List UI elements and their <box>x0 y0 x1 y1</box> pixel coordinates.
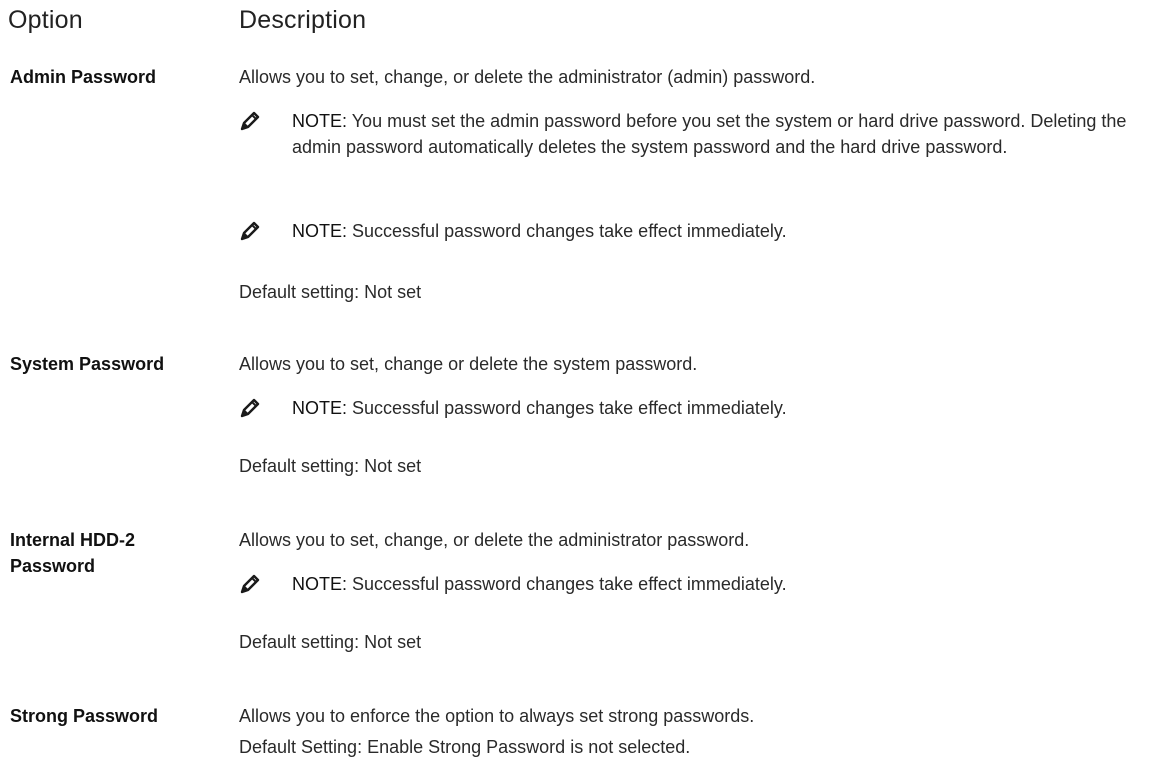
option-label-internal-hdd2-password: Internal HDD-2 Password <box>10 530 136 576</box>
note-key: NOTE: <box>292 574 348 594</box>
option-label-admin-password: Admin Password <box>10 67 157 87</box>
table-header: Option Description <box>8 6 1158 42</box>
note-text: Successful password changes take effect … <box>352 398 787 418</box>
note-key: NOTE: <box>292 398 348 418</box>
default-strong-password: Default Setting: Enable Strong Password … <box>239 737 691 757</box>
note-body: NOTE: Successful password changes take e… <box>292 395 1162 421</box>
description-admin-password: Allows you to set, change, or delete the… <box>239 67 816 87</box>
option-label-system-password: System Password <box>10 354 165 374</box>
description-internal-hdd2-password: Allows you to set, change, or delete the… <box>239 530 750 550</box>
note-body: NOTE: You must set the admin password be… <box>292 108 1162 160</box>
pencil-note-icon <box>239 573 261 595</box>
pencil-note-icon <box>239 220 261 242</box>
note-key: NOTE: <box>292 221 348 241</box>
default-admin-password: Default setting: Not set <box>239 282 422 302</box>
note-text: Successful password changes take effect … <box>352 574 787 594</box>
description-column-header: Description <box>239 6 367 34</box>
note-key: NOTE: <box>292 111 348 131</box>
default-internal-hdd2-password: Default setting: Not set <box>239 632 422 652</box>
note-text: You must set the admin password before y… <box>292 111 1127 157</box>
bios-options-table: Option Description Admin Password Allows… <box>0 0 1169 766</box>
note-body: NOTE: Successful password changes take e… <box>292 218 1162 244</box>
note-text: Successful password changes take effect … <box>352 221 787 241</box>
option-label-strong-password: Strong Password <box>10 706 159 726</box>
note-body: NOTE: Successful password changes take e… <box>292 571 1162 597</box>
pencil-note-icon <box>239 397 261 419</box>
description-system-password: Allows you to set, change or delete the … <box>239 354 698 374</box>
option-column-header: Option <box>8 6 83 34</box>
default-system-password: Default setting: Not set <box>239 456 422 476</box>
pencil-note-icon <box>239 110 261 132</box>
description-strong-password: Allows you to enforce the option to alwa… <box>239 706 755 726</box>
note-admin-password-1: NOTE: You must set the admin password be… <box>239 108 1159 188</box>
